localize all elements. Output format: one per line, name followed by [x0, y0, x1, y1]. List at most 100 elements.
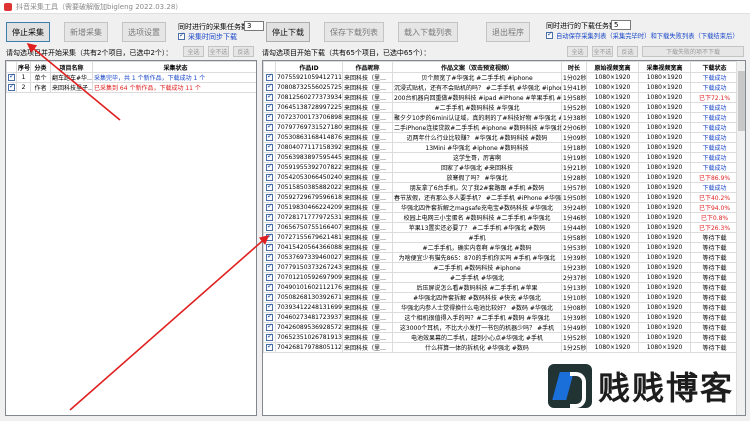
download-row[interactable]: 7059272967959661863来回科技（里…春节放假，还有那么多人要手机… — [263, 192, 739, 203]
col-category[interactable]: 分类 — [30, 61, 51, 73]
download-row[interactable]: 7064513872899722529来回科技（里…#二手手机 #数码科技 #华… — [263, 102, 739, 113]
row-caption[interactable]: 二手iPhone连接贷款#二手手机 #iphone #数码科技 #华强北 — [392, 122, 562, 133]
row-checkbox[interactable] — [263, 302, 276, 313]
row-checkbox[interactable] — [263, 312, 276, 323]
concurrent-collect-stepper[interactable]: 3 — [244, 21, 264, 31]
download-row[interactable]: 7042681797880511236来回科技（里…什么样算一体的拆机化 #华强… — [263, 342, 739, 353]
download-row[interactable]: 7072715567962148128来回科技（里…#手机1分58秒1080×1… — [263, 232, 739, 243]
row-caption[interactable]: #华强北四件套拆解 #数码科技 #快充 #华强北 — [392, 292, 562, 303]
row-caption[interactable]: #二手手机，确实内卷啊 #华强北 #数码 — [392, 242, 562, 253]
right-select-all-button[interactable]: 全选 — [567, 46, 588, 57]
collect-row[interactable]: 1单个翻车跑车#华…采集完毕，共 1 个新作品，下载成功 1 个 — [6, 72, 256, 83]
row-checkbox[interactable] — [263, 212, 276, 223]
left-invert-button[interactable]: 反选 — [233, 46, 254, 57]
stop-collect-button[interactable]: 停止采集 — [6, 22, 50, 42]
col-nickname[interactable]: 作品昵称 — [342, 61, 393, 73]
row-checkbox[interactable] — [263, 122, 276, 133]
download-row[interactable]: 7077915037326724355来回科技（里…#二手手机 #数码科技 #i… — [263, 262, 739, 273]
row-checkbox[interactable] — [6, 72, 17, 83]
row-checkbox[interactable] — [263, 192, 276, 203]
add-collect-button[interactable]: 新增采集 — [64, 22, 108, 42]
download-row[interactable]: 7053086316841487619来回科技（里…迈两年什么行业比较赚？ #华… — [263, 132, 739, 143]
row-caption[interactable]: 这学生哥，厉害啊 — [392, 152, 562, 163]
download-row[interactable]: 7049010160211217697来回科技（里…后压屏说怎么看#数码科技 #… — [263, 282, 739, 293]
exit-program-button[interactable]: 退出程序 — [486, 22, 530, 42]
col-caption[interactable]: 作品文案（双击预览视频） — [392, 61, 562, 73]
row-checkbox[interactable] — [263, 72, 276, 83]
download-row[interactable]: 7080873255602572577来回科技（里…沉浸式贴机，还有不会贴机的吗… — [263, 82, 739, 93]
download-row[interactable]: 7065235102678191398来回科技（里…电池效果幕的二手机，越到小心… — [263, 332, 739, 343]
download-row[interactable]: 7056398389759544587来回科技（里…这学生哥，厉害啊1分19秒1… — [263, 152, 739, 163]
row-caption[interactable]: 校园上电网三小宝蛋名 #数码科技 #二手手机 #华强北 — [392, 212, 562, 223]
col-download-status[interactable]: 下载状态 — [690, 61, 739, 73]
save-download-list-button[interactable]: 保存下载列表 — [324, 22, 384, 42]
sync-download-checkbox[interactable] — [178, 31, 185, 40]
download-row[interactable]: 7072817177797253116来回科技（里…校园上电网三小宝蛋名 #数码… — [263, 212, 739, 223]
row-checkbox[interactable] — [263, 232, 276, 243]
row-checkbox[interactable] — [263, 332, 276, 343]
download-row[interactable]: 7039341224813169952来回科技（里…华强北内参人士觉得换什么电池… — [263, 302, 739, 313]
download-row[interactable]: 7059195539270782241来回科技（里…回家了#华强北 #来回科技1… — [263, 162, 739, 173]
col-orig-size[interactable]: 原始视频宽高 — [586, 61, 639, 73]
download-row[interactable]: 7046027348172393739来回科技（里…这个相机很值得入手的吗？#二… — [263, 312, 739, 323]
row-checkbox[interactable] — [263, 102, 276, 113]
col-no[interactable]: 序号 — [16, 61, 31, 73]
row-caption[interactable]: 什么样算一体的拆机化 #华强北 #数码 — [392, 342, 562, 353]
row-checkbox[interactable] — [263, 142, 276, 153]
row-checkbox[interactable] — [263, 132, 276, 143]
collect-settings-button[interactable]: 选项设置 — [122, 22, 166, 42]
right-invert-button[interactable]: 反选 — [617, 46, 638, 57]
row-checkbox[interactable] — [263, 202, 276, 213]
stop-download-button[interactable]: 停止下载 — [266, 22, 310, 42]
download-row[interactable]: 7072370017370689800来回科技（里…聚夕夕10步的6mini认证… — [263, 112, 739, 123]
auto-save-checkbox[interactable] — [546, 30, 553, 39]
row-caption[interactable]: 贝个颜宽了#华强北 #二手手机 #iphone — [392, 72, 562, 83]
row-caption[interactable]: 朋友拿了6台手机，欠了我2#套路跟 #手机 #数码 — [392, 182, 562, 193]
row-checkbox[interactable] — [263, 322, 276, 333]
download-row[interactable]: 7079776973152718083来回科技（里…二手iPhone连接贷款#二… — [263, 122, 739, 133]
row-caption[interactable]: 聚夕夕10步的6mini认证域，真的刺的了#科技好物 #华强北 #iPhone — [392, 112, 562, 123]
row-caption[interactable]: 电池效果幕的二手机，越到小心点#华强北 #手机 — [392, 332, 562, 343]
row-checkbox[interactable] — [263, 162, 276, 173]
collect-project-list[interactable]: 序号 分类 项目名称 采集状态 1单个翻车跑车#华…采集完毕，共 1 个新作品，… — [5, 60, 257, 416]
download-row[interactable]: 7042608953692857255来回科技（里…这3000个耳机，不比大小发… — [263, 322, 739, 333]
row-checkbox[interactable] — [263, 152, 276, 163]
collect-row[interactable]: 2作者来回科技里子…已采集到 64 个新作品，下载成功 11 个 — [6, 82, 256, 93]
row-checkbox[interactable] — [263, 172, 276, 183]
row-checkbox[interactable] — [263, 252, 276, 263]
row-caption[interactable]: 苹果13置实还必要了？ #二手手机 #华强北 #数码 — [392, 222, 562, 233]
download-row[interactable]: 7081256027737393447来回科技（里…200台机器向回重做#数码科… — [263, 92, 739, 103]
row-caption[interactable]: #二手手机 #数码科技 #华强北 — [392, 102, 562, 113]
download-row[interactable]: 7075592105941271116来回科技（里…贝个颜宽了#华强北 #二手手… — [263, 72, 739, 83]
row-checkbox[interactable] — [263, 282, 276, 293]
load-download-list-button[interactable]: 载入下载列表 — [398, 22, 458, 42]
row-caption[interactable]: 为啥便宜少有猫先865：870的手机你买吗 #手机 #华强北 — [392, 252, 562, 263]
row-caption[interactable]: 回家了#华强北 #来回科技 — [392, 162, 562, 173]
col-work-id[interactable]: 作品ID — [275, 61, 343, 73]
download-row[interactable]: 7070121059269790979来回科技（里…#二手手机 #华强北2分37… — [263, 272, 739, 283]
download-row[interactable]: 7050826813039267110来回科技（里…#华强北四件套拆解 #数码科… — [263, 292, 739, 303]
row-checkbox[interactable] — [263, 92, 276, 103]
row-caption[interactable]: 春节放假，还有那么多人要手机？ #二手手机 #iPhone #华强北 — [392, 192, 562, 203]
col-collect-status[interactable]: 采集状态 — [92, 61, 256, 73]
row-caption[interactable]: #手机 — [392, 232, 562, 243]
row-caption[interactable]: 200台机器向回重做#数码科技 #ipad #iPhone #苹果手机 #华… — [392, 92, 562, 103]
row-caption[interactable]: 华强北四件套拆解之magsafe充电宝#数码科技 #华强北 — [392, 202, 562, 213]
download-row[interactable]: 7041542056436608870来回科技（里…#二手手机，确实内卷啊 #华… — [263, 242, 739, 253]
download-row[interactable]: 7054205306645024004来回科技（里…放寒假了吗？ #华强北1分2… — [263, 172, 739, 183]
row-checkbox[interactable] — [263, 82, 276, 93]
row-caption[interactable]: 这个相机很值得入手的吗？#二手手机 #数码 #华强北 — [392, 312, 562, 323]
row-caption[interactable]: 沉浸式贴机，还有不会贴机的吗？ #二手手机 #华强北 #iphon… — [392, 82, 562, 93]
download-row[interactable]: 7080407711715839265来回科技（里…13Mini #华强北 #i… — [263, 142, 739, 153]
row-caption[interactable]: 后压屏说怎么看#数码科技 #二手手机 #苹果 — [392, 282, 562, 293]
row-caption[interactable]: 这3000个耳机，不比大小发打一书包的机器少吗？ #手机 — [392, 322, 562, 333]
row-checkbox[interactable] — [263, 112, 276, 123]
concurrent-download-stepper[interactable]: 5 — [611, 20, 631, 30]
row-caption[interactable]: 华强北内参人士觉得换什么电池比较好？ #数码 #华强北 — [392, 302, 562, 313]
row-caption[interactable]: #二手手机 #数码科技 #iphone — [392, 262, 562, 273]
row-checkbox[interactable] — [263, 182, 276, 193]
row-caption[interactable]: 放寒假了吗？ #华强北 — [392, 172, 562, 183]
row-checkbox[interactable] — [263, 292, 276, 303]
right-select-none-button[interactable]: 全不选 — [592, 46, 613, 57]
left-select-all-button[interactable]: 全选 — [183, 46, 204, 57]
